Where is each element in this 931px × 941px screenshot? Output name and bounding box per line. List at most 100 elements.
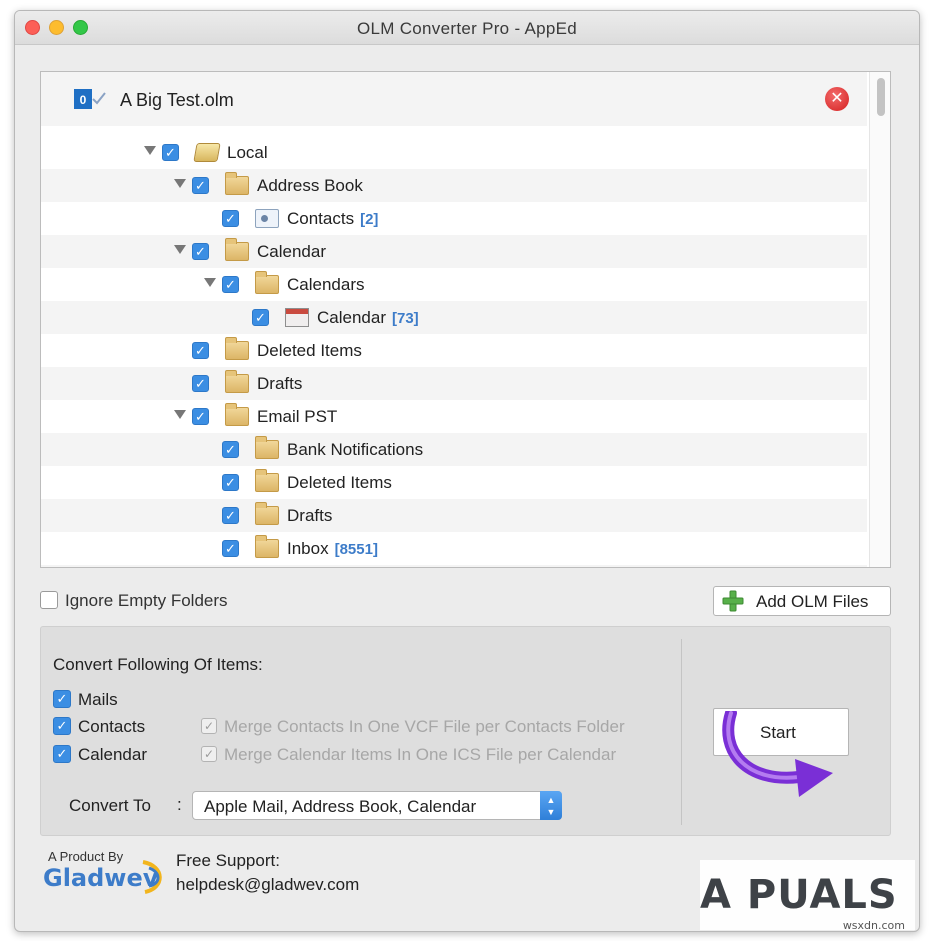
expand-arrow-icon[interactable] xyxy=(144,146,156,155)
tree-row-label: Drafts xyxy=(257,374,303,393)
product-by-label: A Product By xyxy=(48,849,124,864)
tree-scrollbar[interactable] xyxy=(869,72,890,567)
tree-row[interactable]: ✓ Calendar xyxy=(41,235,867,268)
local-store-icon xyxy=(193,143,221,162)
select-stepper-icon: ▲ ▼ xyxy=(540,791,562,820)
gladwev-logo-swirl-icon xyxy=(142,860,162,894)
tree-row[interactable]: ✓ Local xyxy=(41,136,867,169)
contacts-icon xyxy=(255,209,279,228)
tree-checkbox[interactable]: ✓ xyxy=(162,144,179,161)
convert-to-select[interactable]: Apple Mail, Address Book, Calendar ▲ ▼ xyxy=(192,791,562,820)
tree-row[interactable]: ✓ Calendar [73] xyxy=(41,301,867,334)
tree-row[interactable]: ✓ Drafts xyxy=(41,367,867,400)
folder-icon xyxy=(255,271,279,294)
folder-icon xyxy=(255,535,279,558)
ignore-empty-folders-checkbox[interactable] xyxy=(40,591,58,609)
folder-icon xyxy=(225,337,249,360)
calendar-label: Calendar xyxy=(78,745,147,764)
plus-icon xyxy=(722,590,744,612)
tree-row[interactable]: ✓ Calendars xyxy=(41,268,867,301)
tree-row-label: Address Book xyxy=(257,176,363,195)
folder-icon xyxy=(225,172,249,195)
tree-row-label: Email PST xyxy=(257,407,338,426)
tree-row-label: Calendar xyxy=(257,242,326,261)
merge-contacts-label: Merge Contacts In One VCF File per Conta… xyxy=(224,717,625,736)
tree-checkbox[interactable]: ✓ xyxy=(222,507,239,524)
tree-row[interactable]: ✓ Email PST xyxy=(41,400,867,433)
item-count: [2] xyxy=(360,211,379,228)
tree-row-label: Calendars xyxy=(287,275,365,294)
tree-row[interactable]: ✓ Inbox [8551] xyxy=(41,532,867,565)
tree-row-label: Contacts [2] xyxy=(287,209,379,228)
folder-icon xyxy=(225,403,249,426)
tree-row-label: Calendar [73] xyxy=(317,308,419,327)
tree-row-label: Local xyxy=(227,143,268,162)
ignore-empty-folders-label: Ignore Empty Folders xyxy=(65,591,228,610)
contacts-label: Contacts xyxy=(78,717,146,736)
contacts-checkbox[interactable]: ✓ xyxy=(53,717,71,735)
add-olm-files-label: Add OLM Files xyxy=(756,592,869,611)
window-title: OLM Converter Pro - AppEd xyxy=(356,19,578,38)
convert-to-value: Apple Mail, Address Book, Calendar xyxy=(204,797,477,816)
svg-text:0: 0 xyxy=(80,93,87,107)
tree-row[interactable]: ✓ Bank Notifications xyxy=(41,433,867,466)
tree-row-partial[interactable]: ✓ xyxy=(41,565,867,567)
convert-to-label: Convert To xyxy=(69,796,151,815)
tree-row-label: Inbox [8551] xyxy=(287,539,378,558)
appuals-watermark: A PUALS wsxdn.com xyxy=(700,860,915,932)
item-count: [8551] xyxy=(334,541,378,558)
free-support-label: Free Support: xyxy=(176,851,280,870)
calendar-icon xyxy=(285,308,309,327)
tree-checkbox[interactable]: ✓ xyxy=(192,408,209,425)
title-bar: OLM Converter Pro - AppEd xyxy=(15,11,919,45)
scrollbar-thumb[interactable] xyxy=(877,78,885,116)
tree-checkbox[interactable]: ✓ xyxy=(222,276,239,293)
tree-row[interactable]: ✓ Address Book xyxy=(41,169,867,202)
folder-icon xyxy=(255,502,279,525)
olm-file-header: 0 A Big Test.olm ✕ xyxy=(41,72,867,126)
tree-checkbox[interactable]: ✓ xyxy=(192,243,209,260)
tree-checkbox[interactable]: ✓ xyxy=(192,342,209,359)
tree-row[interactable]: ✓ Contacts [2] xyxy=(41,202,867,235)
expand-arrow-icon[interactable] xyxy=(174,245,186,254)
tree-row[interactable]: ✓ Deleted Items xyxy=(41,466,867,499)
expand-arrow-icon[interactable] xyxy=(204,278,216,287)
curved-arrow-icon xyxy=(722,711,833,797)
olm-file-name: A Big Test.olm xyxy=(120,90,234,110)
convert-to-colon: : xyxy=(177,795,182,814)
folder-icon xyxy=(255,469,279,492)
tree-checkbox[interactable]: ✓ xyxy=(222,474,239,491)
merge-contacts-checkbox[interactable]: ✓ xyxy=(201,718,217,734)
convert-items-heading: Convert Following Of Items: xyxy=(53,655,263,674)
calendar-checkbox[interactable]: ✓ xyxy=(53,745,71,763)
tree-checkbox[interactable]: ✓ xyxy=(222,210,239,227)
expand-arrow-icon[interactable] xyxy=(174,179,186,188)
app-window: OLM Converter Pro - AppEd 0 A Big Test.o… xyxy=(14,10,920,932)
tree-row-label: Deleted Items xyxy=(287,473,392,492)
tree-row[interactable]: ✓ Drafts xyxy=(41,499,867,532)
merge-calendar-checkbox[interactable]: ✓ xyxy=(201,746,217,762)
tree-checkbox[interactable]: ✓ xyxy=(252,309,269,326)
tree-checkbox[interactable]: ✓ xyxy=(192,375,209,392)
outlook-icon: 0 xyxy=(74,89,106,109)
merge-calendar-label: Merge Calendar Items In One ICS File per… xyxy=(224,745,617,764)
add-olm-files-button[interactable]: Add OLM Files xyxy=(713,586,891,616)
panel-divider xyxy=(681,639,682,825)
mails-label: Mails xyxy=(78,690,118,709)
folder-tree-panel: 0 A Big Test.olm ✕ ✓ Local ✓ Address Boo… xyxy=(40,71,891,568)
folder-icon xyxy=(255,436,279,459)
item-count: [73] xyxy=(392,310,419,327)
tree-checkbox[interactable]: ✓ xyxy=(222,540,239,557)
folder-tree: ✓ Local ✓ Address Book ✓ Contacts [2] ✓ C… xyxy=(41,136,867,567)
tree-row-label: Bank Notifications xyxy=(287,440,424,459)
tree-row-label: Deleted Items xyxy=(257,341,362,360)
watermark-text: A PUALS xyxy=(700,872,898,918)
tree-checkbox[interactable]: ✓ xyxy=(192,177,209,194)
support-email[interactable]: helpdesk@gladwev.com xyxy=(176,875,359,895)
expand-arrow-icon[interactable] xyxy=(174,410,186,419)
tree-row[interactable]: ✓ Deleted Items xyxy=(41,334,867,367)
tree-checkbox[interactable]: ✓ xyxy=(222,441,239,458)
mails-checkbox[interactable]: ✓ xyxy=(53,690,71,708)
remove-file-icon[interactable]: ✕ xyxy=(825,87,849,111)
tree-row-label: Drafts xyxy=(287,506,333,525)
